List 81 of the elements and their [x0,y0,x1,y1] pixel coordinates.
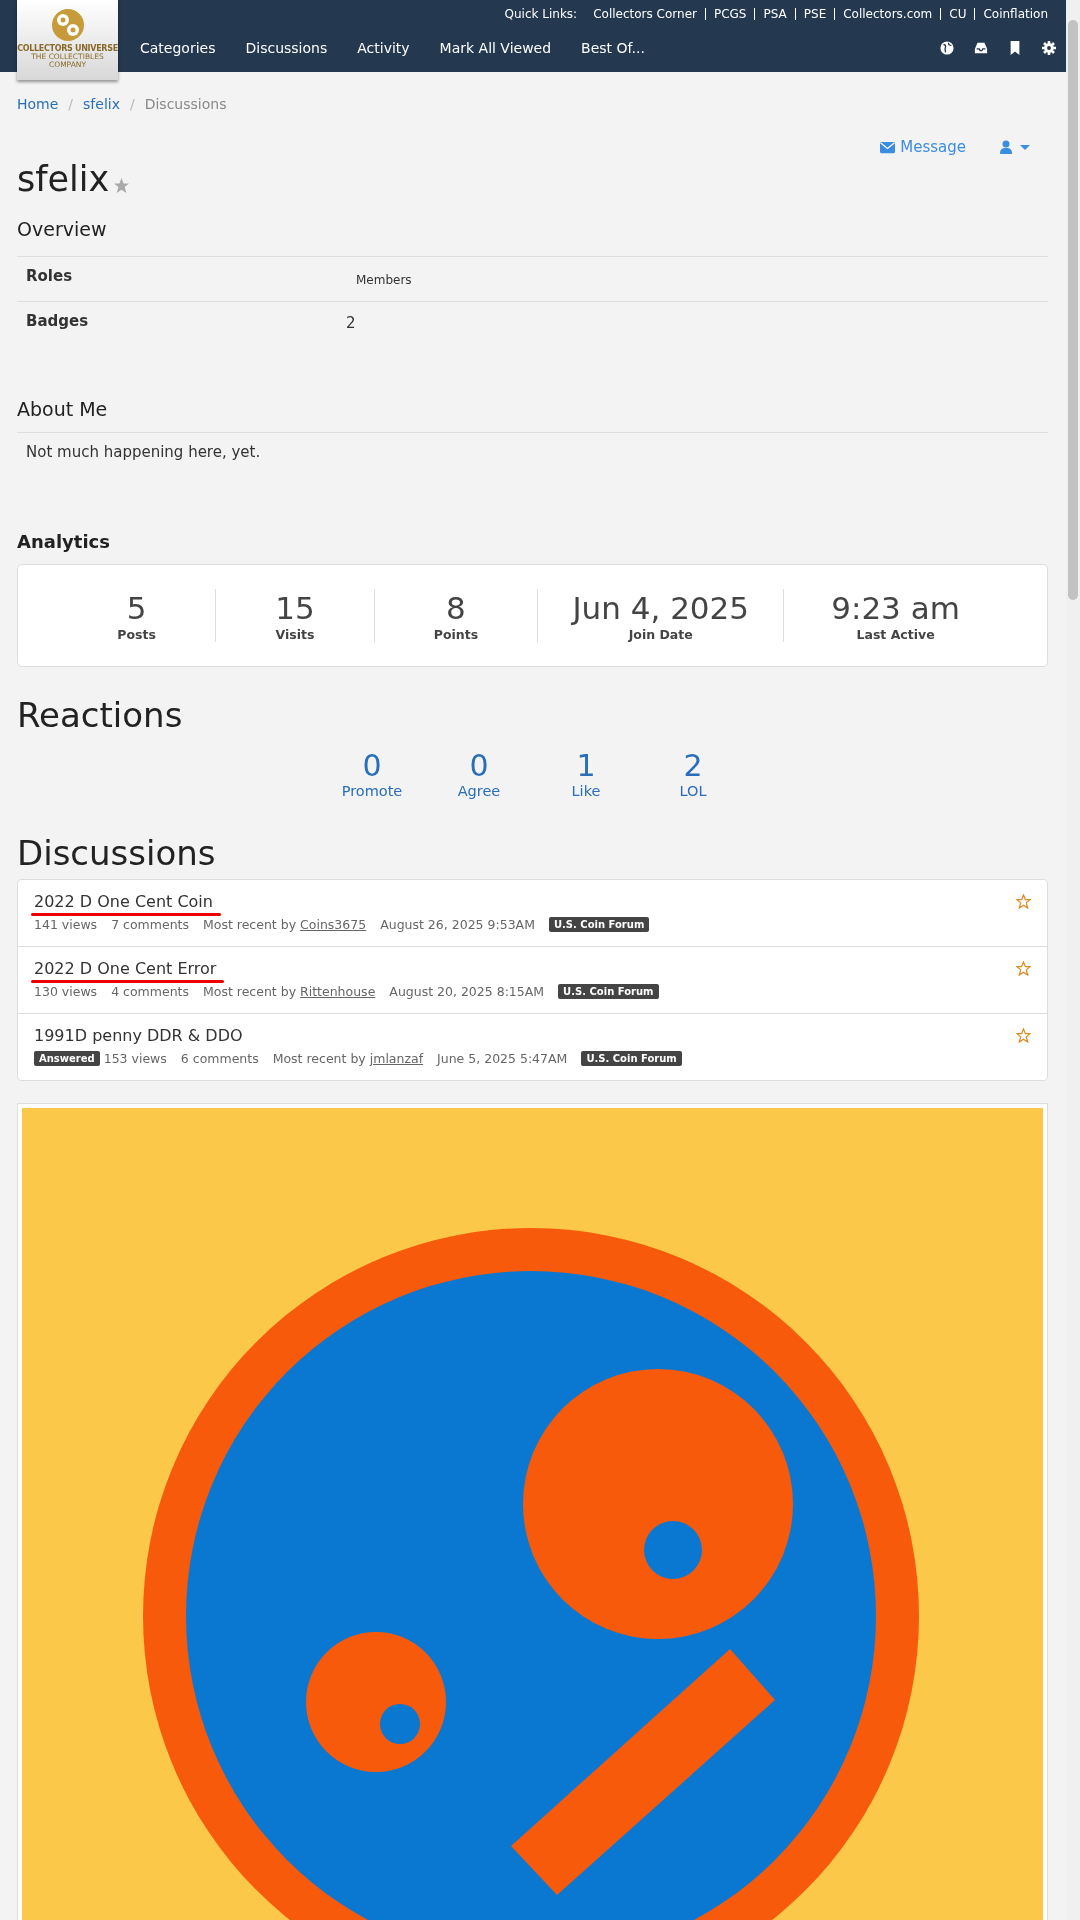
user-menu-button[interactable] [998,138,1032,156]
most-recent-label: Most recent by [272,1051,366,1066]
field-label: Roles [26,267,74,285]
breadcrumb-link[interactable]: sfelix [83,96,120,116]
view-count: 141 views [34,917,98,932]
stat-value: 5 [126,589,147,627]
field-value: 2 [346,313,357,332]
quick-link[interactable]: Collectors Corner [585,7,705,21]
reaction-label[interactable]: LOL [679,783,707,799]
username-title: sfelix [17,158,110,200]
nav-link[interactable]: Activity [357,40,425,56]
category-tag[interactable]: U.S. Coin Forum [558,984,659,999]
most-recent-label: Most recent by [202,917,297,932]
envelope-icon [880,139,896,155]
bookmark-star-icon[interactable] [1016,1028,1031,1043]
discussion-title[interactable]: 2022 D One Cent Coin [34,892,213,913]
nav-link[interactable]: Mark All Viewed [439,40,567,56]
post-date: August 26, 2025 9:53AM [380,917,535,932]
globe-icon[interactable] [940,41,954,55]
category-tag[interactable]: U.S. Coin Forum [581,1051,682,1066]
field-value: Members [355,272,413,287]
nav-link[interactable]: Categories [140,40,231,56]
stat-value: 9:23 am [831,589,960,627]
quick-link[interactable]: Coinflation [975,7,1056,21]
stat-value: 8 [446,589,466,627]
quick-link[interactable]: PSA [755,7,795,21]
stat-label: Last Active [856,627,935,642]
quick-link[interactable]: CU [941,7,975,21]
discussion-title[interactable]: 2022 D One Cent Error [34,959,217,980]
reaction-label[interactable]: Promote [341,783,403,799]
reaction-count[interactable]: 2 [683,749,703,783]
discussion-title[interactable]: 1991D penny DDR & DDO [34,1026,243,1047]
bookmark-star-icon[interactable] [1016,894,1031,909]
view-count: 153 views [103,1051,167,1066]
breadcrumb-separator: / [68,96,74,114]
comment-count: 6 comments [180,1051,259,1066]
bookmark-icon[interactable] [1008,41,1022,55]
answered-badge: Answered [34,1051,100,1066]
section-heading: Reactions [17,695,184,735]
breadcrumb-current: Discussions [144,96,227,114]
nav-link[interactable]: Discussions [245,40,343,56]
stat-value: 15 [275,589,315,627]
quick-links-label: Quick Links: [503,7,579,21]
post-date: August 20, 2025 8:15AM [389,984,545,999]
stat-value: Jun 4, 2025 [572,589,750,627]
quick-link[interactable]: PSE [795,7,835,21]
reaction-label[interactable]: Like [571,783,601,799]
stat-label: Visits [275,627,315,642]
inbox-icon[interactable] [974,41,988,55]
field-label: Badges [26,312,90,330]
user-link[interactable]: jmlanzaf [369,1051,424,1066]
section-heading: Analytics [17,531,111,552]
user-icon [1000,140,1012,154]
reaction-label[interactable]: Agree [457,783,501,799]
section-heading: Discussions [17,833,217,873]
section-heading: Overview [17,218,108,240]
section-heading: About Me [17,398,109,420]
reaction-count[interactable]: 0 [469,749,489,783]
most-recent-label: Most recent by [202,984,297,999]
comment-count: 7 comments [111,917,189,932]
user-link[interactable]: Rittenhouse [300,984,376,999]
reaction-count[interactable]: 0 [362,749,382,783]
nav-link[interactable]: Best Of... [581,40,660,56]
stat-label: Points [433,627,479,642]
star-icon [113,177,131,194]
comment-count: 4 comments [111,984,189,999]
user-link[interactable]: Coins3675 [300,917,367,932]
stat-label: Posts [117,627,156,642]
breadcrumb-link[interactable]: Home [17,96,59,116]
view-count: 130 views [34,984,98,999]
category-tag[interactable]: U.S. Coin Forum [548,917,650,932]
about-text: Not much happening here, yet. [26,443,261,461]
quick-link[interactable]: Collectors.com [835,7,941,21]
quick-link[interactable]: PCGS [705,7,755,21]
bookmark-star-icon[interactable] [1016,961,1031,976]
post-date: June 5, 2025 5:47AM [437,1051,568,1066]
stat-label: Join Date [628,627,693,642]
reaction-count[interactable]: 1 [576,749,596,783]
settings-icon[interactable] [1042,41,1056,55]
breadcrumb-separator: / [129,96,135,114]
caret-icon [1020,144,1030,150]
